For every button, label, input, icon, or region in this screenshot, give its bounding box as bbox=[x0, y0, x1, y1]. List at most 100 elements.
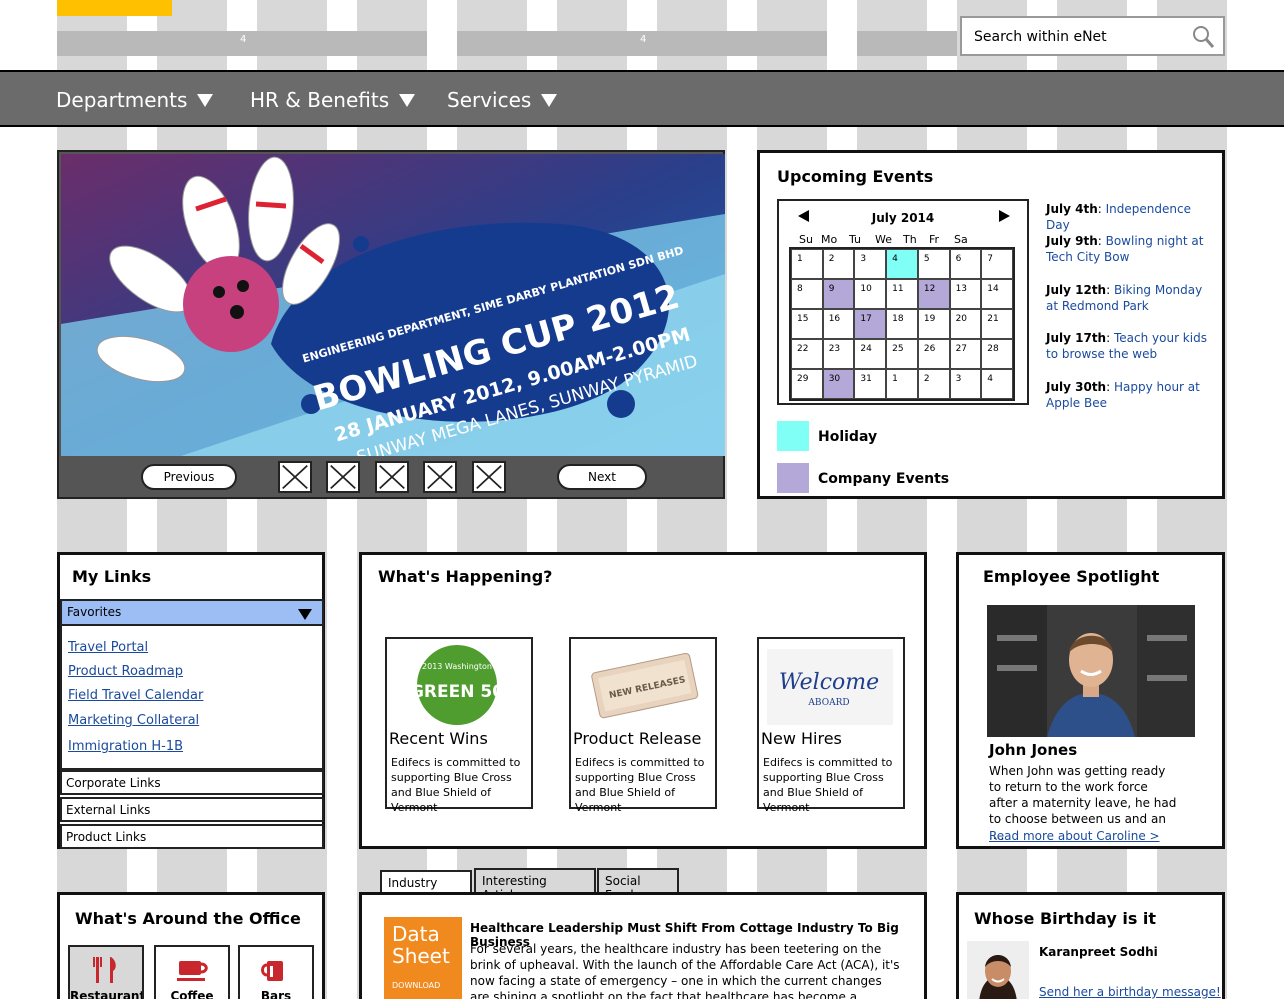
restaurant-tile[interactable]: Restaurant bbox=[68, 945, 144, 999]
link-marketing-collateral[interactable]: Marketing Collateral bbox=[68, 713, 199, 728]
calendar-day[interactable]: 25 bbox=[886, 339, 918, 369]
search-input[interactable] bbox=[974, 26, 1184, 48]
day-of-week: Tu bbox=[849, 233, 862, 246]
coffee-tile[interactable]: Coffee bbox=[154, 945, 230, 999]
calendar-day[interactable]: 18 bbox=[886, 309, 918, 339]
bars-tile[interactable]: Bars bbox=[238, 945, 314, 999]
nav-departments[interactable]: Departments bbox=[56, 88, 214, 112]
employee-photo[interactable] bbox=[987, 605, 1195, 737]
calendar-day[interactable]: 15 bbox=[791, 309, 823, 339]
panel-title: What's Happening? bbox=[378, 567, 553, 586]
calendar-day[interactable]: 5 bbox=[917, 249, 950, 279]
carousel-thumbnail[interactable] bbox=[326, 461, 360, 493]
calendar-day[interactable]: 6 bbox=[949, 249, 982, 279]
event-date: July 12th bbox=[1046, 283, 1107, 297]
day-of-week: Fr bbox=[929, 233, 940, 246]
next-button[interactable]: Next bbox=[557, 464, 647, 490]
nav-hr-benefits[interactable]: HR & Benefits bbox=[250, 88, 416, 112]
holiday-swatch bbox=[777, 421, 809, 451]
calendar-day[interactable]: 1 bbox=[886, 369, 918, 399]
logo[interactable] bbox=[57, 0, 172, 16]
day-of-week: Sa bbox=[954, 233, 968, 246]
calendar-day[interactable]: 23 bbox=[822, 339, 855, 369]
calendar-day[interactable]: 24 bbox=[854, 339, 887, 369]
calendar-day[interactable]: 26 bbox=[917, 339, 950, 369]
calendar-day[interactable]: 20 bbox=[949, 309, 982, 339]
event-date: July 4th bbox=[1046, 202, 1098, 216]
external-links-group[interactable]: External Links bbox=[60, 797, 324, 822]
birthday-photo[interactable] bbox=[967, 941, 1029, 999]
link-travel-portal[interactable]: Travel Portal bbox=[68, 640, 148, 655]
tab-social-feed[interactable]: Social Feed bbox=[597, 868, 679, 902]
calendar-day[interactable]: 14 bbox=[981, 279, 1013, 309]
panel-title: What's Around the Office bbox=[75, 909, 301, 928]
calendar-day[interactable]: 4 bbox=[886, 249, 918, 279]
calendar-month: July 2014 bbox=[871, 211, 935, 225]
happening-card[interactable]: Welcome ABOARD New Hires Edifecs is comm… bbox=[757, 637, 905, 814]
calendar-day[interactable]: 2 bbox=[822, 249, 855, 279]
happening-card[interactable]: 2013 Washington GREEN 50 Recent Wins Edi… bbox=[385, 637, 533, 814]
link-field-travel-calendar[interactable]: Field Travel Calendar bbox=[68, 688, 203, 703]
calendar-day[interactable]: 8 bbox=[791, 279, 823, 309]
news-body: For several years, the healthcare indust… bbox=[470, 942, 900, 999]
calendar-day[interactable]: 2 bbox=[917, 369, 950, 399]
calendar-day[interactable]: 3 bbox=[854, 249, 887, 279]
corporate-links-group[interactable]: Corporate Links bbox=[60, 770, 324, 795]
birthday-message-link[interactable]: Send her a birthday message! bbox=[1039, 985, 1221, 999]
thumb-text: DOWNLOAD bbox=[392, 981, 441, 990]
nav-label: Services bbox=[447, 88, 532, 112]
calendar-day[interactable]: 30 bbox=[822, 369, 855, 399]
calendar-day[interactable]: 27 bbox=[949, 339, 982, 369]
calendar-day[interactable]: 13 bbox=[949, 279, 982, 309]
panel-title: My Links bbox=[72, 567, 152, 586]
calendar-day[interactable]: 1 bbox=[791, 249, 823, 279]
calendar-day[interactable]: 21 bbox=[981, 309, 1013, 339]
tile-label: Bars bbox=[260, 989, 292, 999]
nav-services[interactable]: Services bbox=[447, 88, 558, 112]
product-links-group[interactable]: Product Links bbox=[60, 824, 324, 849]
search-icon[interactable] bbox=[1191, 25, 1215, 49]
happening-card[interactable]: NEW RELEASES Product Release Edifecs is … bbox=[569, 637, 717, 814]
calendar-day[interactable]: 7 bbox=[981, 249, 1013, 279]
read-more-link[interactable]: Read more about Caroline > bbox=[989, 829, 1160, 843]
favorites-list: Travel Portal Product Roadmap Field Trav… bbox=[60, 626, 324, 770]
calendar-day[interactable]: 4 bbox=[981, 369, 1013, 399]
company-events-swatch bbox=[777, 463, 809, 493]
calendar-day[interactable]: 10 bbox=[854, 279, 887, 309]
carousel-thumbnail[interactable] bbox=[472, 461, 506, 493]
thumb-text: Data bbox=[392, 922, 440, 946]
carousel-thumbnail[interactable] bbox=[278, 461, 312, 493]
link-immigration[interactable]: Immigration H-1B bbox=[68, 739, 183, 754]
tab-interesting-articles[interactable]: Interesting Articles bbox=[474, 868, 596, 902]
beer-mug-icon bbox=[261, 961, 283, 981]
calendar-day[interactable]: 3 bbox=[949, 369, 982, 399]
carousel-banner-image[interactable]: ENGINEERING DEPARTMENT, SIME DARBY PLANT… bbox=[61, 154, 725, 456]
calendar-day[interactable]: 31 bbox=[854, 369, 887, 399]
favorites-dropdown[interactable]: Favorites bbox=[60, 599, 324, 626]
dropdown-label: Favorites bbox=[67, 605, 122, 619]
calendar-day[interactable]: 11 bbox=[886, 279, 918, 309]
calendar-day[interactable]: 19 bbox=[917, 309, 950, 339]
calendar-day[interactable]: 12 bbox=[917, 279, 950, 309]
calendar-day[interactable]: 9 bbox=[822, 279, 855, 309]
previous-button[interactable]: Previous bbox=[141, 464, 237, 490]
birthday-panel: Whose Birthday is it Karanpreet Sodhi Se… bbox=[956, 892, 1225, 999]
event-item: July 4th: Independence Day bbox=[1046, 202, 1191, 232]
card-image-text: Welcome bbox=[779, 670, 879, 695]
calendar-day[interactable]: 17 bbox=[854, 309, 887, 339]
triangle-right-icon[interactable] bbox=[997, 209, 1011, 223]
calendar-day[interactable]: 29 bbox=[791, 369, 823, 399]
chevron-down-icon bbox=[399, 93, 416, 107]
upcoming-events-panel: Upcoming Events July 2014 Su Mo Tu We Th… bbox=[757, 150, 1225, 499]
link-product-roadmap[interactable]: Product Roadmap bbox=[68, 664, 183, 679]
card-body: Edifecs is committed to supporting Blue … bbox=[575, 756, 705, 814]
calendar-day[interactable]: 16 bbox=[822, 309, 855, 339]
green-50-logo-image: 2013 Washington GREEN 50 bbox=[410, 645, 504, 725]
carousel-thumbnail[interactable] bbox=[375, 461, 409, 493]
calendar-day[interactable]: 22 bbox=[791, 339, 823, 369]
event-item: July 30th: Happy hour at Apple Bee bbox=[1046, 380, 1200, 410]
calendar-day[interactable]: 28 bbox=[981, 339, 1013, 369]
main-nav: Departments HR & Benefits Services bbox=[0, 70, 1284, 127]
data-sheet-thumbnail[interactable]: Data Sheet DOWNLOAD bbox=[384, 917, 462, 999]
carousel-thumbnail[interactable] bbox=[423, 461, 457, 493]
